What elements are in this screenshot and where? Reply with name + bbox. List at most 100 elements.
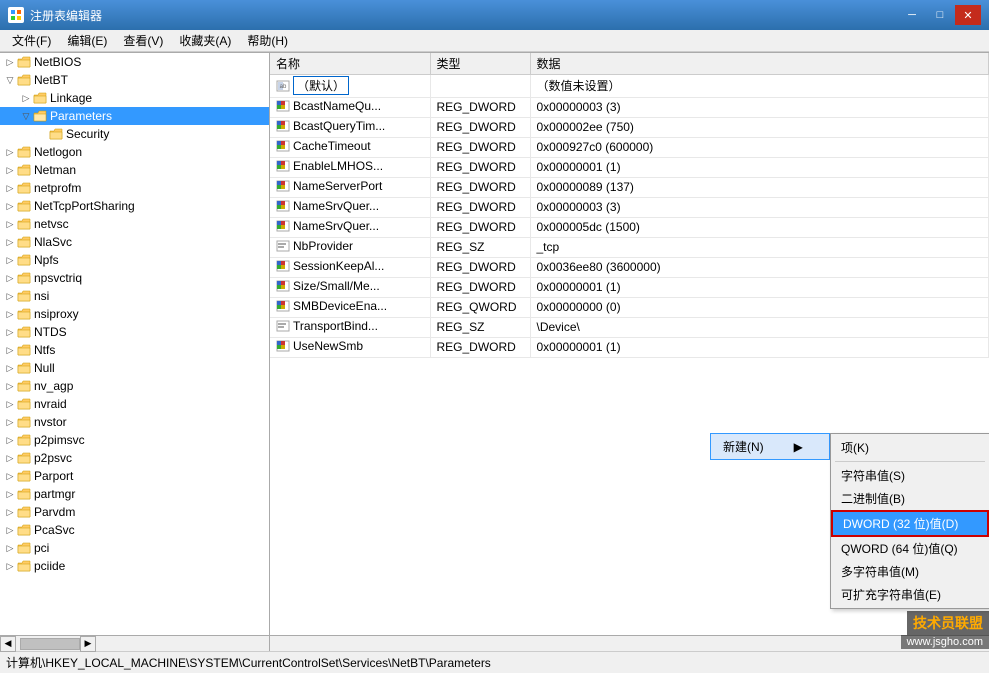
expand-icon-nettcpportsharing[interactable]: ▷: [4, 200, 16, 212]
expand-icon-nvstor[interactable]: ▷: [4, 416, 16, 428]
new-menu-trigger[interactable]: 新建(N) ▶: [710, 433, 830, 460]
folder-icon-pci: [16, 541, 32, 555]
maximize-button[interactable]: □: [927, 5, 953, 25]
folder-icon-npsvctriq: [16, 271, 32, 285]
ctx-item-string[interactable]: 字符串值(S): [831, 464, 989, 487]
ctx-item-binary[interactable]: 二进制值(B): [831, 487, 989, 510]
expand-icon-npfs[interactable]: ▷: [4, 254, 16, 266]
tree-item-npsvctriq[interactable]: ▷ npsvctriq: [0, 269, 269, 287]
close-button[interactable]: ✕: [955, 5, 981, 25]
new-menu-arrow: ▶: [794, 440, 803, 454]
hscroll-right-btn[interactable]: ▶: [80, 636, 96, 652]
menu-file[interactable]: 文件(F): [4, 30, 59, 51]
table-row[interactable]: Size/Small/Me... REG_DWORD 0x00000001 (1…: [270, 277, 989, 297]
ctx-item-qword[interactable]: QWORD (64 位)值(Q): [831, 537, 989, 560]
ctx-item-multi[interactable]: 多字符串值(M): [831, 560, 989, 583]
tree-item-nettcpportsharing[interactable]: ▷ NetTcpPortSharing: [0, 197, 269, 215]
tree-item-ntfs[interactable]: ▷ Ntfs: [0, 341, 269, 359]
expand-icon-pciide[interactable]: ▷: [4, 560, 16, 572]
tree-item-nsi[interactable]: ▷ nsi: [0, 287, 269, 305]
ctx-item-k[interactable]: 项(K): [831, 436, 989, 459]
tree-item-pci[interactable]: ▷ pci: [0, 539, 269, 557]
table-row[interactable]: BcastQueryTim... REG_DWORD 0x000002ee (7…: [270, 117, 989, 137]
table-row[interactable]: UseNewSmb REG_DWORD 0x00000001 (1): [270, 337, 989, 357]
expand-icon-netprofm[interactable]: ▷: [4, 182, 16, 194]
ctx-item-dword[interactable]: DWORD (32 位)值(D): [831, 510, 989, 537]
tree-label-netlogon: Netlogon: [34, 145, 82, 159]
expand-icon-p2psvc[interactable]: ▷: [4, 452, 16, 464]
expand-icon-netbios[interactable]: ▷: [4, 56, 16, 68]
expand-icon-partmgr[interactable]: ▷: [4, 488, 16, 500]
expand-icon-netlogon[interactable]: ▷: [4, 146, 16, 158]
expand-icon-nlasvc[interactable]: ▷: [4, 236, 16, 248]
expand-icon-netbt[interactable]: ▽: [4, 74, 16, 86]
table-row[interactable]: NameServerPort REG_DWORD 0x00000089 (137…: [270, 177, 989, 197]
tree-item-null[interactable]: ▷ Null: [0, 359, 269, 377]
tree-item-linkage[interactable]: ▷ Linkage: [0, 89, 269, 107]
hscroll-thumb[interactable]: [20, 638, 80, 650]
menu-favorites[interactable]: 收藏夹(A): [171, 30, 239, 51]
table-row[interactable]: ab （默认） （数值未设置）: [270, 75, 989, 98]
expand-icon-linkage[interactable]: ▷: [20, 92, 32, 104]
expand-icon-pci[interactable]: ▷: [4, 542, 16, 554]
tree-item-ntds[interactable]: ▷ NTDS: [0, 323, 269, 341]
table-row[interactable]: SessionKeepAl... REG_DWORD 0x0036ee80 (3…: [270, 257, 989, 277]
tree-item-p2psvc[interactable]: ▷ p2psvc: [0, 449, 269, 467]
table-row[interactable]: SMBDeviceEna... REG_QWORD 0x00000000 (0): [270, 297, 989, 317]
tree-label-netbt: NetBT: [34, 73, 68, 87]
minimize-button[interactable]: ─: [899, 5, 925, 25]
expand-icon-nsiproxy[interactable]: ▷: [4, 308, 16, 320]
folder-icon-netbios: [16, 55, 32, 69]
tree-item-nvraid[interactable]: ▷ nvraid: [0, 395, 269, 413]
hscroll-left-btn[interactable]: ◀: [0, 636, 16, 652]
menu-edit[interactable]: 编辑(E): [59, 30, 115, 51]
folder-icon-netbt: [16, 73, 32, 87]
tree-item-security[interactable]: ▷ Security: [0, 125, 269, 143]
tree-item-netbios[interactable]: ▷ NetBIOS: [0, 53, 269, 71]
expand-icon-ntds[interactable]: ▷: [4, 326, 16, 338]
table-row[interactable]: EnableLMHOS... REG_DWORD 0x00000001 (1): [270, 157, 989, 177]
tree-hscroll[interactable]: ◀ ▶: [0, 635, 270, 651]
expand-icon-nv-agp[interactable]: ▷: [4, 380, 16, 392]
expand-icon-npsvctriq[interactable]: ▷: [4, 272, 16, 284]
tree-item-nv-agp[interactable]: ▷ nv_agp: [0, 377, 269, 395]
right-hscroll[interactable]: [270, 635, 989, 651]
tree-item-netvsc[interactable]: ▷ netvsc: [0, 215, 269, 233]
tree-item-netlogon[interactable]: ▷ Netlogon: [0, 143, 269, 161]
tree-item-parameters[interactable]: ▽ Parameters: [0, 107, 269, 125]
ctx-item-expand[interactable]: 可扩充字符串值(E): [831, 583, 989, 606]
tree-item-pciide[interactable]: ▷ pciide: [0, 557, 269, 575]
tree-item-netman[interactable]: ▷ Netman: [0, 161, 269, 179]
col-header-type: 类型: [430, 53, 530, 75]
expand-icon-parvdm[interactable]: ▷: [4, 506, 16, 518]
table-row[interactable]: TransportBind... REG_SZ \Device\: [270, 317, 989, 337]
expand-icon-parport[interactable]: ▷: [4, 470, 16, 482]
tree-item-nvstor[interactable]: ▷ nvstor: [0, 413, 269, 431]
tree-item-nlasvc[interactable]: ▷ NlaSvc: [0, 233, 269, 251]
tree-item-pcasvc[interactable]: ▷ PcaSvc: [0, 521, 269, 539]
table-row[interactable]: NameSrvQuer... REG_DWORD 0x000005dc (150…: [270, 217, 989, 237]
menu-help[interactable]: 帮助(H): [239, 30, 296, 51]
tree-item-p2pimsvc[interactable]: ▷ p2pimsvc: [0, 431, 269, 449]
tree-item-parport[interactable]: ▷ Parport: [0, 467, 269, 485]
table-row[interactable]: BcastNameQu... REG_DWORD 0x00000003 (3): [270, 97, 989, 117]
expand-icon-null[interactable]: ▷: [4, 362, 16, 374]
menu-view[interactable]: 查看(V): [115, 30, 171, 51]
tree-item-parvdm[interactable]: ▷ Parvdm: [0, 503, 269, 521]
table-row[interactable]: CacheTimeout REG_DWORD 0x000927c0 (60000…: [270, 137, 989, 157]
tree-item-nsiproxy[interactable]: ▷ nsiproxy: [0, 305, 269, 323]
expand-icon-netvsc[interactable]: ▷: [4, 218, 16, 230]
tree-item-netbt[interactable]: ▽ NetBT: [0, 71, 269, 89]
tree-item-npfs[interactable]: ▷ Npfs: [0, 251, 269, 269]
table-row[interactable]: NameSrvQuer... REG_DWORD 0x00000003 (3): [270, 197, 989, 217]
tree-item-netprofm[interactable]: ▷ netprofm: [0, 179, 269, 197]
expand-icon-parameters[interactable]: ▽: [20, 110, 32, 122]
expand-icon-p2pimsvc[interactable]: ▷: [4, 434, 16, 446]
expand-icon-pcasvc[interactable]: ▷: [4, 524, 16, 536]
expand-icon-nvraid[interactable]: ▷: [4, 398, 16, 410]
table-row[interactable]: NbProvider REG_SZ _tcp: [270, 237, 989, 257]
expand-icon-ntfs[interactable]: ▷: [4, 344, 16, 356]
tree-item-partmgr[interactable]: ▷ partmgr: [0, 485, 269, 503]
expand-icon-netman[interactable]: ▷: [4, 164, 16, 176]
expand-icon-nsi[interactable]: ▷: [4, 290, 16, 302]
